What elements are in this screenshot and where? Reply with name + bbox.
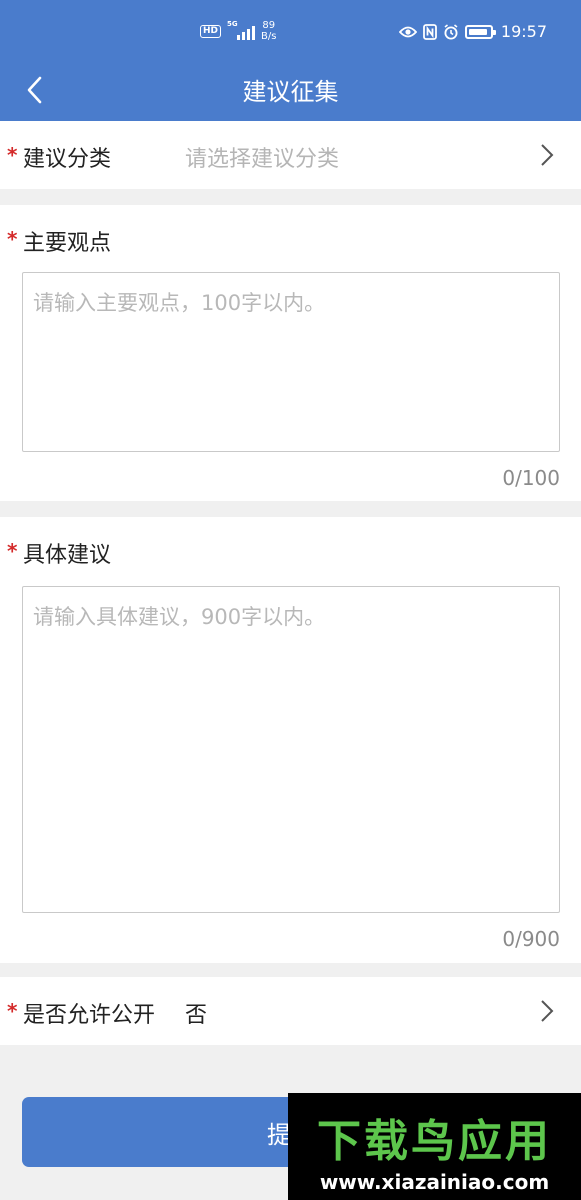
nfc-icon bbox=[422, 23, 437, 40]
required-mark: * bbox=[7, 999, 18, 1023]
status-left: HD 5G 89 B/s bbox=[200, 20, 276, 42]
eye-icon bbox=[398, 26, 417, 38]
signal-icon: 5G bbox=[227, 20, 256, 40]
status-bar: HD 5G 89 B/s 19:57 bbox=[0, 0, 581, 62]
page: HD 5G 89 B/s 19:57 建议征集 * 建议分类 请选择建议分类 *… bbox=[0, 0, 581, 1200]
required-mark: * bbox=[7, 227, 18, 251]
main-point-counter: 0/100 bbox=[502, 466, 560, 490]
watermark: 下载鸟应用 www.xiazainiao.com bbox=[288, 1093, 581, 1200]
app-header: HD 5G 89 B/s 19:57 建议征集 bbox=[0, 0, 581, 121]
nav-bar: 建议征集 bbox=[0, 62, 581, 121]
required-mark: * bbox=[7, 539, 18, 563]
chevron-right-icon bbox=[541, 1000, 554, 1022]
main-point-label: 主要观点 bbox=[23, 231, 112, 256]
watermark-logo-text: 下载鸟应用 bbox=[317, 1116, 552, 1167]
category-label: 建议分类 bbox=[23, 147, 112, 172]
suggestion-card: * 具体建议 0/900 bbox=[0, 517, 581, 963]
category-placeholder: 请选择建议分类 bbox=[185, 147, 340, 172]
public-value: 否 bbox=[185, 1003, 208, 1028]
alarm-icon bbox=[443, 23, 459, 40]
page-title: 建议征集 bbox=[242, 78, 339, 106]
public-select-row[interactable]: * 是否允许公开 否 bbox=[0, 977, 581, 1045]
public-label: 是否允许公开 bbox=[23, 1003, 156, 1028]
speed-value: 89 bbox=[262, 20, 276, 31]
battery-icon bbox=[464, 24, 496, 39]
network-speed: 89 B/s bbox=[261, 20, 276, 42]
network-type: 5G bbox=[227, 20, 238, 28]
suggestion-label: 具体建议 bbox=[23, 543, 112, 568]
required-mark: * bbox=[7, 143, 18, 167]
status-right: 19:57 bbox=[398, 22, 547, 41]
clock-time: 19:57 bbox=[500, 22, 547, 41]
chevron-right-icon bbox=[541, 144, 554, 166]
speed-unit: B/s bbox=[261, 31, 277, 42]
category-select-row[interactable]: * 建议分类 请选择建议分类 bbox=[0, 121, 581, 189]
hd-icon: HD bbox=[200, 24, 222, 38]
watermark-url: www.xiazainiao.com bbox=[319, 1170, 550, 1194]
suggestion-input[interactable] bbox=[22, 586, 560, 913]
suggestion-counter: 0/900 bbox=[502, 927, 560, 951]
main-point-card: * 主要观点 0/100 bbox=[0, 205, 581, 501]
main-point-input[interactable] bbox=[22, 272, 560, 452]
